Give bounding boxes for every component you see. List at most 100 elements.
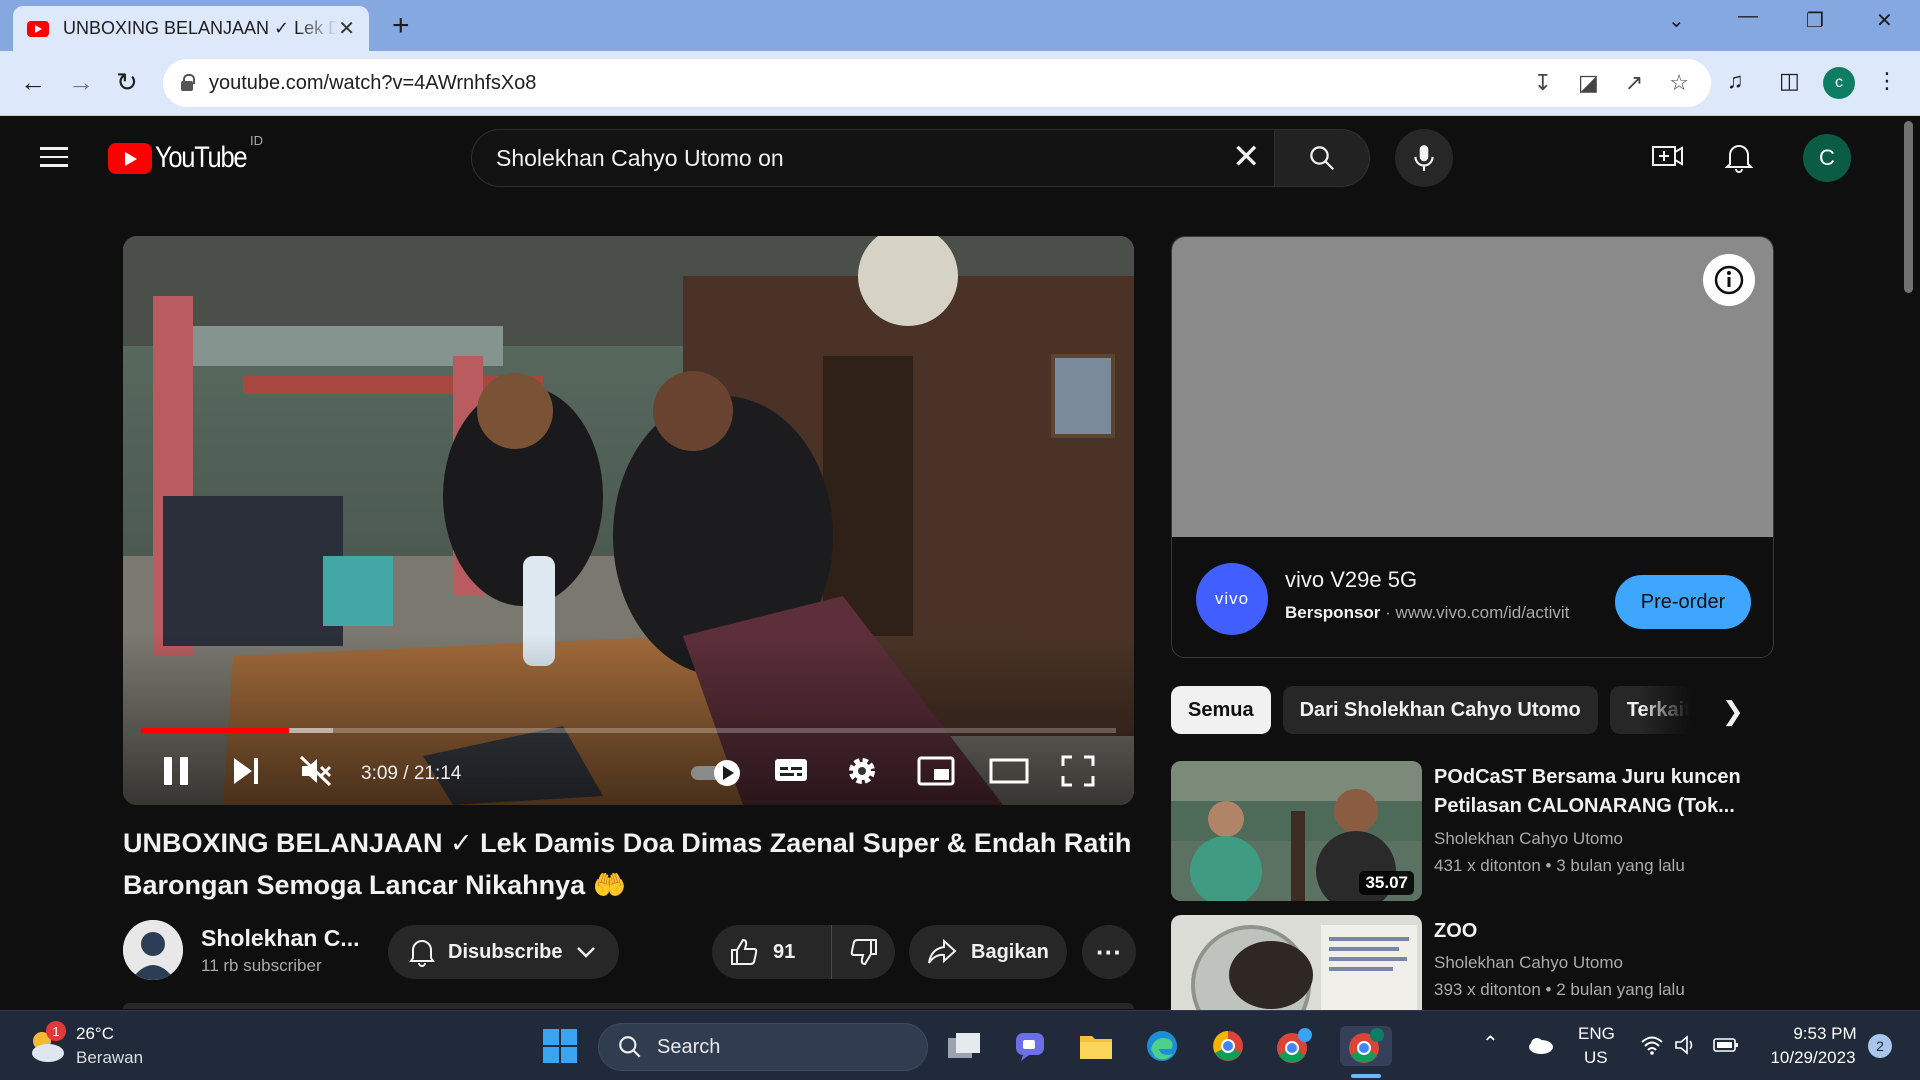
weather-description[interactable]: Berawan <box>76 1047 143 1069</box>
window-close-button[interactable]: ✕ <box>1876 8 1893 33</box>
bookmark-star-icon[interactable]: ☆ <box>1669 70 1689 96</box>
media-controls-icon[interactable]: ♫ <box>1727 68 1744 94</box>
related-video-item[interactable]: ZOO Sholekhan Cahyo Utomo 393 x ditonton… <box>1171 915 1774 1010</box>
restore-button[interactable]: ❐ <box>1806 8 1824 33</box>
ad-advertiser-logo[interactable]: vivo <box>1196 563 1268 635</box>
back-button[interactable]: ← <box>20 67 46 97</box>
meta-separator: • <box>1545 980 1557 999</box>
onedrive-cloud-icon[interactable] <box>1526 1035 1554 1055</box>
miniplayer-icon[interactable] <box>917 755 955 787</box>
thumbs-down-icon <box>850 939 877 966</box>
language-code[interactable]: ENG <box>1578 1023 1615 1045</box>
file-explorer-icon[interactable] <box>1076 1026 1116 1066</box>
windows-taskbar: 1 26°C Berawan Search ⌃ ENG US 9:53 PM 1… <box>0 1010 1920 1080</box>
related-video-title[interactable]: POdCaST Bersama Juru kuncen Petilasan CA… <box>1434 763 1764 821</box>
sponsored-ad-card[interactable]: vivo vivo V29e 5G Bersponsor · www.vivo.… <box>1171 236 1774 658</box>
progress-bar[interactable] <box>141 728 1116 733</box>
search-input[interactable]: Sholekhan Cahyo Utomo on <box>471 129 1275 187</box>
chrome-profile-icon[interactable] <box>1274 1026 1314 1066</box>
tab-title: UNBOXING BELANJAAN ✓ Lek Damis Doa Dimas… <box>63 18 339 38</box>
channel-avatar[interactable] <box>123 920 183 980</box>
install-app-icon[interactable]: ↧ <box>1534 70 1552 96</box>
forward-button[interactable]: → <box>68 67 94 97</box>
dislike-button[interactable] <box>832 925 895 979</box>
windows-start-icon[interactable] <box>540 1026 580 1066</box>
share-page-icon[interactable]: ↗ <box>1625 70 1643 96</box>
ad-media[interactable] <box>1172 237 1773 537</box>
like-dislike-group: 91 <box>712 925 895 979</box>
pause-icon[interactable] <box>161 755 191 787</box>
tab-search-chevron-icon[interactable]: ⌄ <box>1668 8 1685 33</box>
chip-all[interactable]: Semua <box>1171 686 1271 734</box>
menu-icon[interactable] <box>40 147 68 167</box>
ad-info-button[interactable] <box>1703 254 1755 306</box>
channel-name[interactable]: Sholekhan C... <box>201 925 359 952</box>
preorder-button[interactable]: Pre-order <box>1615 575 1751 629</box>
create-video-icon[interactable] <box>1651 141 1685 171</box>
browser-toolbar: ← → ↻ youtube.com/watch?v=4AWrnhfsXo8 ↧ … <box>0 51 1920 116</box>
page-scrollbar[interactable] <box>1904 121 1913 293</box>
new-tab-button[interactable]: + <box>392 11 410 41</box>
reload-button[interactable]: ↻ <box>116 67 138 97</box>
related-video-channel[interactable]: Sholekhan Cahyo Utomo <box>1434 829 1623 849</box>
related-video-title[interactable]: ZOO <box>1434 917 1764 946</box>
translate-icon[interactable]: ◪ <box>1578 70 1599 96</box>
theater-mode-icon[interactable] <box>989 755 1029 787</box>
like-count: 91 <box>773 940 796 963</box>
video-player[interactable]: 3:09 / 21:14 <box>123 236 1134 805</box>
voice-search-button[interactable] <box>1395 129 1453 187</box>
search-button[interactable] <box>1275 129 1370 187</box>
weather-temp[interactable]: 26°C <box>76 1023 114 1045</box>
lock-icon[interactable] <box>181 73 195 91</box>
fullscreen-icon[interactable] <box>1061 755 1095 787</box>
muted-volume-icon[interactable] <box>299 755 333 787</box>
related-video-item[interactable]: 35.07 POdCaST Bersama Juru kuncen Petila… <box>1171 761 1774 901</box>
address-bar[interactable]: youtube.com/watch?v=4AWrnhfsXo8 ↧ ◪ ↗ ☆ <box>163 59 1711 107</box>
microphone-icon <box>1414 145 1434 171</box>
next-video-icon[interactable] <box>231 755 261 787</box>
notifications-bell-icon[interactable] <box>1724 141 1754 173</box>
subscribed-button[interactable]: Disubscribe <box>388 925 619 979</box>
task-view-icon[interactable] <box>944 1026 984 1066</box>
wifi-icon[interactable] <box>1640 1035 1664 1055</box>
subtitles-icon[interactable] <box>773 755 809 785</box>
clear-search-icon[interactable]: ✕ <box>1232 139 1261 175</box>
chrome-menu-icon[interactable]: ⋮ <box>1876 68 1898 94</box>
share-button[interactable]: Bagikan <box>909 925 1067 979</box>
related-thumbnail[interactable]: 35.07 <box>1171 761 1422 901</box>
related-thumbnail[interactable] <box>1171 915 1422 1010</box>
battery-icon[interactable] <box>1712 1035 1740 1055</box>
more-actions-button[interactable]: ··· <box>1082 925 1136 979</box>
volume-icon[interactable] <box>1674 1035 1698 1055</box>
start-logo <box>543 1029 577 1063</box>
browser-profile-avatar[interactable]: c <box>1823 67 1855 99</box>
teams-chat-icon[interactable] <box>1010 1026 1050 1066</box>
chrome-icon[interactable] <box>1208 1026 1248 1066</box>
ad-title[interactable]: vivo V29e 5G <box>1285 567 1417 593</box>
weather-badge: 1 <box>46 1021 66 1041</box>
tab-close-icon[interactable]: ✕ <box>338 16 355 41</box>
related-video-channel[interactable]: Sholekhan Cahyo Utomo <box>1434 953 1623 973</box>
chrome-active-window-icon[interactable] <box>1340 1026 1392 1066</box>
edge-browser-icon[interactable] <box>1142 1026 1182 1066</box>
weather-widget-icon[interactable]: 1 <box>26 1021 68 1067</box>
clock-date[interactable]: 10/29/2023 <box>1758 1047 1868 1069</box>
browser-tab[interactable]: UNBOXING BELANJAAN ✓ Lek Damis Doa Dimas… <box>13 6 369 51</box>
chevron-right-icon[interactable]: ❯ <box>1722 696 1744 727</box>
chevron-up-icon[interactable]: ⌃ <box>1482 1033 1499 1055</box>
settings-gear-icon[interactable] <box>846 755 878 787</box>
autoplay-toggle-icon[interactable] <box>689 757 743 787</box>
notification-count-badge[interactable]: 2 <box>1868 1034 1892 1058</box>
clock-time[interactable]: 9:53 PM <box>1790 1023 1860 1045</box>
minimize-button[interactable]: — <box>1738 5 1758 28</box>
chip-from-channel[interactable]: Dari Sholekhan Cahyo Utomo <box>1282 686 1598 734</box>
youtube-logo[interactable]: YouTube ID <box>108 133 263 175</box>
like-button[interactable]: 91 <box>712 925 832 979</box>
active-window-indicator <box>1351 1074 1381 1078</box>
keyboard-layout[interactable]: US <box>1584 1047 1608 1069</box>
ad-domain: www.vivo.com/id/activit <box>1395 603 1570 622</box>
account-avatar[interactable]: C <box>1803 134 1851 182</box>
taskbar-search[interactable]: Search <box>598 1023 928 1071</box>
task-view-glyph <box>948 1033 980 1058</box>
side-panel-icon[interactable]: ◫ <box>1779 68 1800 94</box>
